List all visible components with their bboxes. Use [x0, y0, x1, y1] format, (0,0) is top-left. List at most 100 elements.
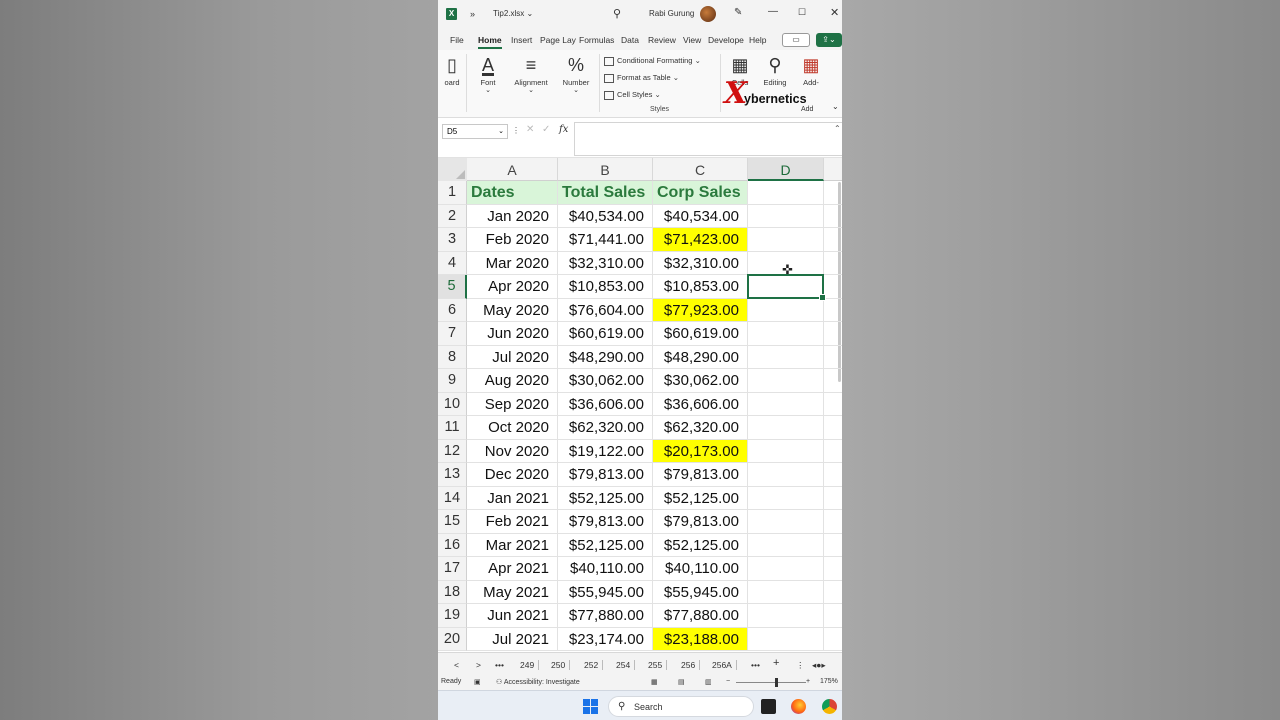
chrome-icon[interactable]	[822, 699, 837, 714]
empty-cell[interactable]	[824, 346, 842, 369]
empty-cell[interactable]	[824, 463, 842, 487]
total-sales-cell[interactable]: $62,320.00	[558, 416, 653, 440]
corp-sales-cell[interactable]: $62,320.00	[653, 416, 748, 440]
total-sales-cell[interactable]: $79,813.00	[558, 510, 653, 534]
empty-cell[interactable]	[824, 393, 842, 416]
empty-cell[interactable]	[748, 510, 824, 534]
cancel-entry-icon[interactable]: ✕	[526, 124, 534, 135]
date-cell[interactable]: Feb 2021	[467, 510, 558, 534]
header-cell[interactable]	[748, 181, 824, 205]
page-break-view-icon[interactable]: ▥	[705, 678, 712, 686]
quick-access-more-icon[interactable]: »	[470, 9, 475, 19]
total-sales-cell[interactable]: $10,853.00	[558, 275, 653, 299]
total-sales-cell[interactable]: $77,880.00	[558, 604, 653, 628]
sheet-prev-button[interactable]: <	[454, 660, 459, 670]
insert-function-icon[interactable]: fx	[559, 124, 568, 135]
empty-cell[interactable]	[748, 345, 824, 369]
expand-formula-bar-icon[interactable]: ⌃	[834, 124, 841, 133]
date-cell[interactable]: Dec 2020	[467, 463, 558, 487]
row-header[interactable]: 4	[438, 251, 467, 275]
row-header[interactable]: 11	[438, 416, 467, 440]
column-header-a[interactable]: A	[467, 158, 558, 181]
total-sales-cell[interactable]: $30,062.00	[558, 369, 653, 393]
tab-insert[interactable]: Insert	[511, 35, 532, 45]
row-header[interactable]: 13	[438, 463, 467, 487]
row-header[interactable]: 16	[438, 533, 467, 557]
row-header[interactable]: 18	[438, 580, 467, 604]
tab-help[interactable]: Help	[749, 35, 766, 45]
corp-sales-cell[interactable]: $77,880.00	[653, 604, 748, 628]
format-as-table-button[interactable]: Format as Table ⌄	[604, 71, 716, 88]
sheet-tab[interactable]: 254	[612, 660, 636, 670]
total-sales-cell[interactable]: $79,813.00	[558, 463, 653, 487]
pen-icon[interactable]: ✎	[734, 7, 742, 18]
date-cell[interactable]: Jul 2020	[467, 345, 558, 369]
empty-cell[interactable]	[824, 581, 842, 604]
sheet-options-icon[interactable]: ⋮	[796, 660, 805, 671]
conditional-formatting-button[interactable]: Conditional Formatting ⌄	[604, 54, 716, 71]
row-header[interactable]: 12	[438, 439, 467, 463]
zoom-out-button[interactable]: −	[726, 678, 730, 685]
clipboard-group[interactable]: ▯ oard	[442, 54, 462, 87]
empty-cell[interactable]	[824, 299, 842, 322]
add-sheet-button[interactable]: +	[773, 657, 779, 669]
header-cell[interactable]: Corp Sales	[653, 181, 748, 205]
total-sales-cell[interactable]: $32,310.00	[558, 251, 653, 275]
empty-cell[interactable]	[824, 487, 842, 510]
taskbar-search[interactable]: ⚲ Search	[608, 696, 754, 717]
date-cell[interactable]: Sep 2020	[467, 392, 558, 416]
date-cell[interactable]: Jun 2021	[467, 604, 558, 628]
zoom-slider[interactable]	[736, 682, 806, 683]
tab-formulas[interactable]: Formulas	[579, 35, 614, 45]
date-cell[interactable]: Apr 2021	[467, 557, 558, 581]
cell-styles-button[interactable]: Cell Styles ⌄	[604, 88, 716, 105]
tab-review[interactable]: Review	[648, 35, 676, 45]
empty-cell[interactable]	[748, 369, 824, 393]
scroll-nav-icon[interactable]: ◂●▸	[812, 660, 826, 671]
date-cell[interactable]: May 2020	[467, 298, 558, 322]
tab-view[interactable]: View	[683, 35, 701, 45]
tab-developer[interactable]: Develope	[708, 35, 744, 45]
total-sales-cell[interactable]: $36,606.00	[558, 392, 653, 416]
empty-cell[interactable]	[748, 392, 824, 416]
sheet-tab[interactable]: 252	[580, 660, 604, 670]
row-header[interactable]: 3	[438, 228, 467, 252]
row-header[interactable]: 14	[438, 486, 467, 510]
row-header[interactable]: 9	[438, 369, 467, 393]
windows-start-icon[interactable]	[583, 699, 599, 715]
page-layout-view-icon[interactable]: ▤	[678, 678, 685, 686]
corp-sales-cell[interactable]: $77,923.00	[653, 298, 748, 322]
date-cell[interactable]: Mar 2021	[467, 533, 558, 557]
minimize-button[interactable]: —	[768, 6, 778, 17]
empty-cell[interactable]	[748, 533, 824, 557]
empty-cell[interactable]	[748, 557, 824, 581]
number-button[interactable]: % Number ⌄	[558, 54, 594, 95]
empty-cell[interactable]	[824, 604, 842, 628]
corp-sales-cell[interactable]: $48,290.00	[653, 345, 748, 369]
column-header-c[interactable]: C	[653, 158, 748, 181]
empty-cell[interactable]	[824, 205, 842, 228]
empty-cell[interactable]	[824, 275, 842, 299]
date-cell[interactable]: Jul 2021	[467, 627, 558, 651]
empty-cell[interactable]	[824, 510, 842, 534]
sheet-more-left-button[interactable]: •••	[495, 660, 504, 670]
total-sales-cell[interactable]: $76,604.00	[558, 298, 653, 322]
sheet-more-right-button[interactable]: •••	[751, 660, 760, 670]
empty-cell[interactable]	[824, 440, 842, 463]
select-all-button[interactable]	[438, 158, 467, 181]
firefox-icon[interactable]	[791, 699, 806, 714]
corp-sales-cell[interactable]: $60,619.00	[653, 322, 748, 346]
date-cell[interactable]: Oct 2020	[467, 416, 558, 440]
header-cell[interactable]: Total Sales	[558, 181, 653, 205]
empty-cell[interactable]	[748, 204, 824, 228]
date-cell[interactable]: Jan 2020	[467, 204, 558, 228]
name-box[interactable]: D5 ⌄	[442, 124, 508, 139]
ribbon-collapse-icon[interactable]: ⌄	[832, 102, 839, 111]
empty-cell[interactable]	[824, 252, 842, 275]
sheet-tab[interactable]: 250	[547, 660, 571, 670]
header-cell[interactable]: Dates	[467, 181, 558, 205]
empty-cell[interactable]	[824, 181, 842, 205]
column-header-d[interactable]: D	[748, 158, 824, 181]
corp-sales-cell[interactable]: $20,173.00	[653, 439, 748, 463]
row-header[interactable]: 1	[438, 181, 467, 205]
